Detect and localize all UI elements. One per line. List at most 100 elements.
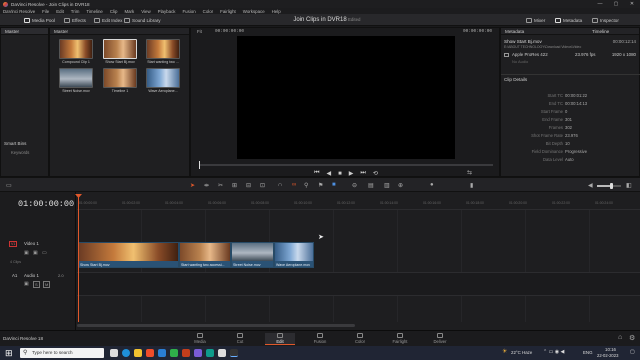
word-icon[interactable] [158,349,166,357]
trim-tool-icon[interactable]: ⇹ [204,182,209,189]
maximize-button[interactable]: ▢ [608,0,624,8]
media-clip[interactable]: Timeline 1 [103,68,137,96]
home-icon[interactable]: ⌂ [618,334,622,341]
auto-select-icon[interactable]: ▣ [33,250,38,256]
volume-icon[interactable]: ◀ [588,182,593,189]
minimize-button[interactable]: — [592,0,608,8]
camera-icon[interactable] [218,349,226,357]
page-edit[interactable]: Edit [265,333,295,345]
viewer-screen[interactable] [237,36,455,159]
menu-fusion[interactable]: Fusion [182,9,195,14]
replace-clip-icon[interactable]: ⊡ [260,182,265,189]
davinci-taskbar-icon[interactable] [230,349,238,357]
inspector-toggle[interactable]: Inspector [592,14,619,26]
menu-edit[interactable]: Edit [56,9,64,14]
menu-davinci[interactable]: DaVinci Resolve [3,9,35,14]
stop-icon[interactable]: ■ [338,171,342,177]
menu-fairlight[interactable]: Fairlight [220,9,236,14]
close-button[interactable]: ✕ [624,0,640,8]
reverse-play-icon[interactable]: ◀ [327,170,332,177]
lock-track-icon[interactable]: ▣ [24,281,29,287]
zoom-out-timeline-icon[interactable]: ⊖ [352,182,357,189]
volume-slider-thumb[interactable] [610,183,613,189]
dim-audio-icon[interactable]: ◧ [626,182,632,189]
audio-meter-icon[interactable]: ▮ [470,182,473,189]
excel-icon[interactable] [170,349,178,357]
media-clip[interactable]: Show Start Bj.mov [103,39,137,67]
selection-tool-icon[interactable]: ➤ [190,182,195,189]
track-name[interactable]: Audio 1 [24,273,39,278]
weather-text[interactable]: 22°C Haze [511,350,532,355]
media-pool-toggle[interactable]: Media Pool [24,14,55,26]
blade-tool-icon[interactable]: ✂ [218,182,223,189]
settings-gear-icon[interactable]: ⚙ [629,334,635,342]
loop-icon[interactable]: ⟲ [373,170,378,177]
edit-index-toggle[interactable]: Edit Index [94,14,122,26]
lock-track-icon[interactable]: ▣ [24,250,29,256]
chrome-icon[interactable] [146,349,154,357]
menu-workspace[interactable]: Workspace [243,9,265,14]
master-bin[interactable]: Master [1,28,48,35]
marker-icon[interactable]: ■ [332,182,336,188]
media-clip[interactable]: Compound Clip 1 [59,39,93,67]
taskbar-search-input[interactable]: ⚲ Type here to search [20,348,104,358]
overwrite-clip-icon[interactable]: ⊟ [246,182,251,189]
insert-clip-icon[interactable]: ⊞ [232,182,237,189]
go-to-start-icon[interactable]: ⏮ [314,170,319,177]
powerpoint-icon[interactable] [182,349,190,357]
track-badge[interactable]: V1 [9,241,18,247]
metadata-toggle[interactable]: Metadata [555,14,582,26]
play-icon[interactable]: ▶ [349,170,354,177]
windows-start-icon[interactable]: ⊞ [5,348,13,358]
teams-icon[interactable] [194,349,202,357]
track-visibility-icon[interactable]: ▭ [42,250,47,256]
task-view-icon[interactable] [110,349,118,357]
solo-button[interactable]: S [33,281,40,288]
keywords-bin[interactable]: Keywords [11,150,29,155]
notification-icon[interactable]: ▢ [630,349,635,355]
match-frame-icon[interactable]: ⇆ [467,169,472,176]
timeline-video-clip[interactable]: Start wanting two accessi... [179,242,231,268]
clock-date[interactable]: 22-02-2023 [597,353,618,358]
menu-timeline[interactable]: Timeline [86,9,102,14]
media-clip[interactable]: Wave Aeroplane... [146,68,180,96]
zoom-custom-icon[interactable]: ▥ [384,182,390,189]
go-to-end-icon[interactable]: ⏭ [360,170,365,177]
page-fusion[interactable]: Fusion [305,333,335,345]
page-color[interactable]: Color [345,333,375,345]
timeline-video-clip[interactable]: Show Start Bj.mov [78,242,179,268]
app-icon[interactable] [206,349,214,357]
language-indicator[interactable]: ENG [583,350,593,355]
file-explorer-icon[interactable] [134,349,142,357]
scrubber-head[interactable] [199,161,200,169]
timeline-ruler[interactable]: 01:00:00:00 01:00:02:00 01:00:04:00 01:0… [77,192,640,210]
snapping-icon[interactable]: ∩ [278,182,282,188]
menu-help[interactable]: Help [272,9,281,14]
edge-browser-icon[interactable] [122,349,130,357]
media-clip[interactable]: Street Noise.mov [59,68,93,96]
timeline-options-icon[interactable]: ▭ [6,182,12,189]
playhead[interactable] [78,196,79,322]
menu-view[interactable]: View [141,9,150,14]
timeline-scrollbar[interactable] [77,324,355,327]
mixer-toggle[interactable]: Mixer [526,14,545,26]
sound-library-toggle[interactable]: Sound Library [124,14,161,26]
menu-clip[interactable]: Clip [110,9,118,14]
track-badge[interactable]: A1 [12,273,17,278]
timeline-video-clip[interactable]: Street Noise.mov [231,242,274,268]
clock-time[interactable]: 10:16 [605,347,616,352]
tray-icons[interactable]: ⌃ ▭ ◉ ◀ [543,349,564,355]
mute-button[interactable]: M [43,281,51,288]
menu-playback[interactable]: Playback [158,9,176,14]
zoom-detail-icon[interactable]: ⊕ [398,182,403,189]
menu-mark[interactable]: Mark [124,9,134,14]
menu-trim[interactable]: Trim [71,9,80,14]
linked-selection-icon[interactable]: ∞ [292,182,296,188]
audio-track-lane[interactable] [77,272,640,296]
zoom-fit-dropdown[interactable]: Fit [197,29,202,34]
position-lock-icon[interactable]: ⚲ [304,182,308,189]
menu-file[interactable]: File [42,9,49,14]
page-cut[interactable]: Cut [225,333,255,345]
media-clip[interactable]: Start wanting two ... [146,39,180,67]
zoom-full-icon[interactable]: ▤ [368,182,374,189]
